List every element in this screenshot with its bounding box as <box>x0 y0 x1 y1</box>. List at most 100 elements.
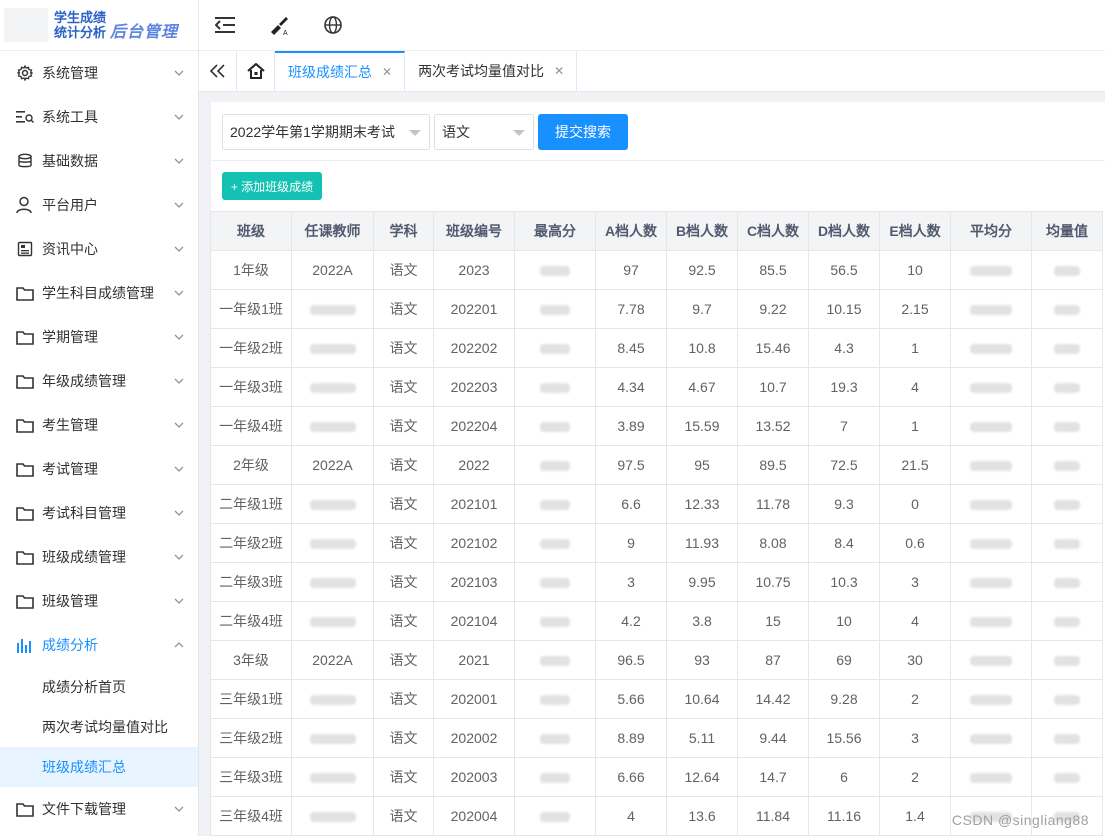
cell-subject: 语文 <box>373 562 434 602</box>
folder-icon <box>16 372 34 390</box>
menu-fold-icon[interactable] <box>213 13 237 37</box>
column-header[interactable]: 学科 <box>373 211 434 251</box>
table-row[interactable]: 一年级4班 语文 202204 3.89 15.59 13.52 7 1 <box>210 406 1103 446</box>
home-icon[interactable] <box>237 51 275 91</box>
column-header[interactable]: 班级 <box>210 211 292 251</box>
chevron-down-icon <box>174 552 184 562</box>
exam-select[interactable]: 2022学年第1学期期末考试 <box>222 114 430 150</box>
globe-icon[interactable] <box>321 13 345 37</box>
cell-teacher <box>291 328 374 368</box>
table-row[interactable]: 三年级3班 语文 202003 6.66 12.64 14.7 6 2 <box>210 757 1103 797</box>
user-icon <box>16 196 34 214</box>
cell-average <box>950 367 1032 407</box>
column-header[interactable]: 平均分 <box>950 211 1032 251</box>
sidebar-item[interactable]: 资讯中心 <box>0 227 198 271</box>
cell-class: 3年级 <box>210 640 292 680</box>
content-panel: 2022学年第1学期期末考试 语文 提交搜索 + 添加班级成绩 班级 任课教师 学科… <box>210 102 1105 836</box>
sidebar-item[interactable]: 基础数据 <box>0 139 198 183</box>
cell-max-score <box>514 406 596 446</box>
column-header[interactable]: 最高分 <box>514 211 596 251</box>
cell-class-code: 202104 <box>433 601 515 641</box>
table-row[interactable]: 1年级 2022A 语文 2023 97 92.5 85.5 56.5 10 <box>210 250 1103 290</box>
column-header[interactable]: A档人数 <box>595 211 667 251</box>
cell-a-count: 8.45 <box>595 328 667 368</box>
sidebar-item[interactable]: 考生管理 <box>0 403 198 447</box>
sidebar-item[interactable]: 文件下载管理 <box>0 787 198 831</box>
tab[interactable]: 班级成绩汇总 ✕ <box>275 51 406 91</box>
column-header[interactable]: 均量值 <box>1031 211 1103 251</box>
close-icon[interactable]: ✕ <box>382 65 392 79</box>
cell-c-count: 85.5 <box>737 250 809 290</box>
redacted-value <box>540 656 570 667</box>
sidebar-item[interactable]: 系统工具 <box>0 95 198 139</box>
redacted-value <box>1054 539 1080 550</box>
cell-b-count: 12.64 <box>666 757 738 797</box>
sidebar-item[interactable]: 考试科目管理 <box>0 491 198 535</box>
submenu-item[interactable]: 成绩分析首页 <box>0 667 198 707</box>
column-header[interactable]: C档人数 <box>737 211 809 251</box>
cell-max-score <box>514 718 596 758</box>
collapse-tabs-button[interactable] <box>199 51 237 91</box>
column-header[interactable]: E档人数 <box>879 211 951 251</box>
sidebar-item[interactable]: 平台用户 <box>0 183 198 227</box>
submenu-item[interactable]: 班级成绩汇总 <box>0 747 198 787</box>
redacted-value <box>309 695 356 706</box>
cell-average <box>950 640 1032 680</box>
cell-class-code: 202204 <box>433 406 515 446</box>
cell-teacher <box>291 523 374 563</box>
sidebar-item[interactable]: 学期管理 <box>0 315 198 359</box>
cell-c-count: 13.52 <box>737 406 809 446</box>
table-row[interactable]: 二年级1班 语文 202101 6.6 12.33 11.78 9.3 0 <box>210 484 1103 524</box>
cell-teacher: 2022A <box>291 250 374 290</box>
sidebar-item-label: 学生科目成绩管理 <box>42 285 154 301</box>
cell-average <box>950 679 1032 719</box>
table-row[interactable]: 2年级 2022A 语文 2022 97.5 95 89.5 72.5 21.5 <box>210 445 1103 485</box>
sidebar-item[interactable]: 成绩分析 <box>0 623 198 667</box>
column-header[interactable]: 任课教师 <box>291 211 374 251</box>
folder-icon <box>16 504 34 522</box>
sidebar-item[interactable]: 考试管理 <box>0 447 198 491</box>
table-row[interactable]: 一年级1班 语文 202201 7.78 9.7 9.22 10.15 2.15 <box>210 289 1103 329</box>
redacted-value <box>1054 656 1080 667</box>
table-row[interactable]: 二年级2班 语文 202102 9 11.93 8.08 8.4 0.6 <box>210 523 1103 563</box>
sidebar-item[interactable]: 年级成绩管理 <box>0 359 198 403</box>
table-row[interactable]: 二年级4班 语文 202104 4.2 3.8 15 10 4 <box>210 601 1103 641</box>
sidebar-item[interactable]: 学生科目成绩管理 <box>0 271 198 315</box>
cell-d-count: 7 <box>808 406 880 446</box>
submenu-item[interactable]: 两次考试均量值对比 <box>0 707 198 747</box>
logo[interactable]: 学生成绩 统计分析 后台管理 <box>0 0 198 51</box>
close-icon[interactable]: ✕ <box>554 64 564 78</box>
tab[interactable]: 两次考试均量值对比 ✕ <box>405 51 578 91</box>
cell-teacher <box>291 796 374 836</box>
cell-subject: 语文 <box>373 445 434 485</box>
redacted-value <box>970 422 1012 433</box>
table-row[interactable]: 二年级3班 语文 202103 3 9.95 10.75 10.3 3 <box>210 562 1103 602</box>
logo-line2: 统计分析 <box>54 25 107 40</box>
column-header[interactable]: D档人数 <box>808 211 880 251</box>
add-class-score-button[interactable]: + 添加班级成绩 <box>222 172 322 200</box>
redacted-value <box>540 773 570 784</box>
subject-select[interactable]: 语文 <box>434 114 534 150</box>
sidebar-item[interactable]: 系统管理 <box>0 51 198 95</box>
table-row[interactable]: 三年级1班 语文 202001 5.66 10.64 14.42 9.28 2 <box>210 679 1103 719</box>
cell-a-count: 3.89 <box>595 406 667 446</box>
column-header[interactable]: B档人数 <box>666 211 738 251</box>
submit-search-button[interactable]: 提交搜索 <box>538 114 628 150</box>
table-row[interactable]: 3年级 2022A 语文 2021 96.5 93 87 69 30 <box>210 640 1103 680</box>
cell-class: 二年级4班 <box>210 601 292 641</box>
cell-class-code: 202001 <box>433 679 515 719</box>
cell-e-count: 10 <box>879 250 951 290</box>
sidebar-item[interactable]: 班级管理 <box>0 579 198 623</box>
chevron-down-icon <box>174 804 184 814</box>
table-row[interactable]: 一年级3班 语文 202203 4.34 4.67 10.7 19.3 4 <box>210 367 1103 407</box>
table-row[interactable]: 一年级2班 语文 202202 8.45 10.8 15.46 4.3 1 <box>210 328 1103 368</box>
sidebar-item[interactable]: 班级成绩管理 <box>0 535 198 579</box>
column-header[interactable]: 班级编号 <box>433 211 515 251</box>
table-row[interactable]: 三年级2班 语文 202002 8.89 5.11 9.44 15.56 3 <box>210 718 1103 758</box>
cell-c-count: 9.22 <box>737 289 809 329</box>
cell-average <box>950 328 1032 368</box>
bar-chart-icon <box>16 636 34 654</box>
brush-icon[interactable]: A <box>267 13 291 37</box>
cell-teacher <box>291 601 374 641</box>
redacted-value <box>1054 461 1080 472</box>
